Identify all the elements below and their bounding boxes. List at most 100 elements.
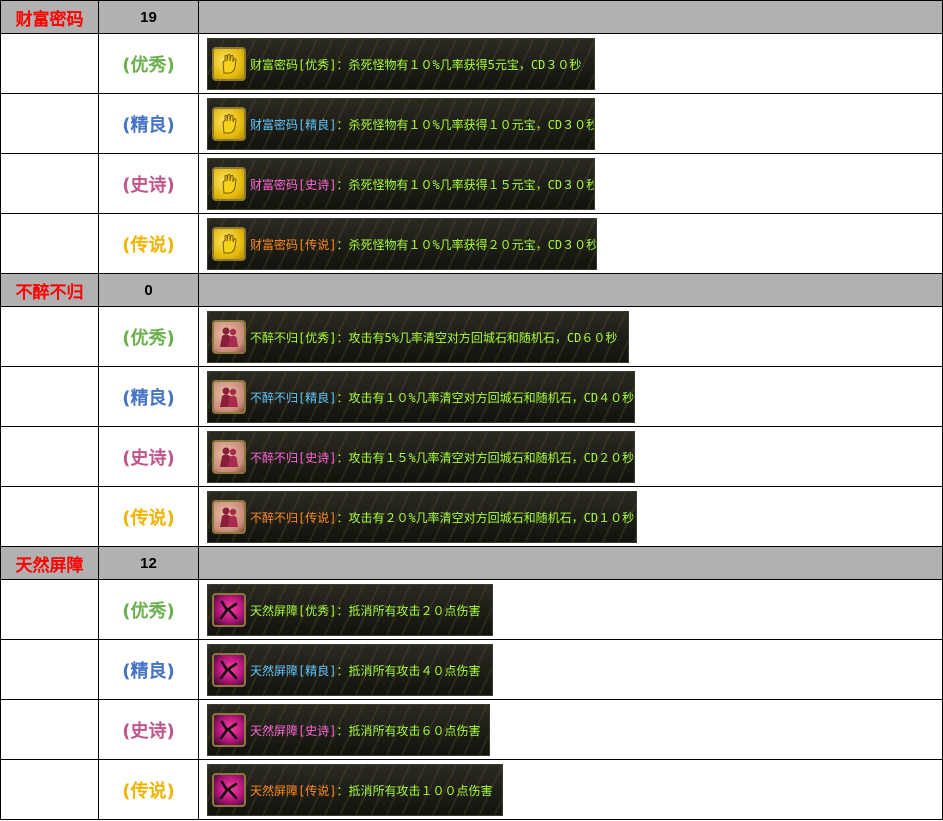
two-figures-icon <box>212 499 246 534</box>
skill-screenshot-cell: 不醉不归[史诗]：攻击有１５%几率清空对方回城石和随机石，CD２０秒 <box>198 426 943 487</box>
empty-cell <box>0 579 99 640</box>
skill-description: 不醉不归[精良]：攻击有１０%几率清空对方回城石和随机石，CD４０秒 <box>250 389 634 406</box>
two-figures-icon <box>212 319 246 354</box>
skill-tier-tag: 天然屏障[精良] <box>250 663 337 678</box>
tier-label: (精良) <box>98 639 199 700</box>
tier-label: (传说) <box>98 213 199 274</box>
header-blank-cell <box>198 273 943 307</box>
tier-row: (精良) 不醉不归[精良]：攻击有１０%几率清空对方回城石和随机石，CD４０秒 <box>0 366 943 427</box>
skill-screenshot: 天然屏障[优秀]：抵消所有攻击２０点伤害 <box>207 583 493 636</box>
empty-cell <box>0 33 99 94</box>
tier-label: (优秀) <box>98 306 199 367</box>
two-figures-icon <box>212 379 246 414</box>
skill-tier-tag: 不醉不归[传说] <box>250 510 337 525</box>
skill-screenshot: 财富密码[优秀]：杀死怪物有１０%几率获得5元宝，CD３０秒 <box>207 37 595 90</box>
skill-screenshot: 财富密码[史诗]：杀死怪物有１０%几率获得１５元宝，CD３０秒 <box>207 157 595 210</box>
empty-cell <box>0 366 99 427</box>
skill-effect-text: ：攻击有２０%几率清空对方回城石和随机石，CD１０秒 <box>336 510 635 525</box>
empty-cell <box>0 213 99 274</box>
section-header: 天然屏障 12 <box>0 546 943 580</box>
empty-cell <box>0 639 99 700</box>
section-header: 财富密码 19 <box>0 0 943 34</box>
skill-tier-tag: 天然屏障[优秀] <box>250 603 337 618</box>
tier-label: (史诗) <box>98 699 199 760</box>
skill-description: 财富密码[优秀]：杀死怪物有１０%几率获得5元宝，CD３０秒 <box>250 56 581 73</box>
skill-tier-tag: 财富密码[传说] <box>250 237 337 252</box>
tier-row: (优秀) 不醉不归[优秀]：攻击有5%几率清空对方回城石和随机石，CD６０秒 <box>0 306 943 367</box>
magic-shield-icon <box>212 712 246 747</box>
skill-effect-text: ：抵消所有攻击４０点伤害 <box>336 663 481 678</box>
skill-screenshot: 不醉不归[优秀]：攻击有5%几率清空对方回城石和随机石，CD６０秒 <box>207 310 629 363</box>
tier-row: (史诗) 财富密码[史诗]：杀死怪物有１０%几率获得１５元宝，CD３０秒 <box>0 153 943 214</box>
skill-screenshot: 财富密码[精良]：杀死怪物有１０%几率获得１０元宝，CD３０秒 <box>207 97 595 150</box>
skill-description: 不醉不归[史诗]：攻击有１５%几率清空对方回城石和随机石，CD２０秒 <box>250 449 634 466</box>
skill-screenshot: 不醉不归[传说]：攻击有２０%几率清空对方回城石和随机石，CD１０秒 <box>207 490 637 543</box>
skill-tier-tag: 不醉不归[精良] <box>250 390 337 405</box>
empty-cell <box>0 93 99 154</box>
skill-name: 天然屏障 <box>0 546 99 580</box>
skill-count: 19 <box>98 0 199 34</box>
tier-label: (精良) <box>98 366 199 427</box>
skill-name: 财富密码 <box>0 0 99 34</box>
two-figures-icon <box>212 439 246 474</box>
skill-description: 财富密码[精良]：杀死怪物有１０%几率获得１０元宝，CD３０秒 <box>250 116 595 133</box>
skill-screenshot: 天然屏障[精良]：抵消所有攻击４０点伤害 <box>207 643 493 696</box>
tier-label: (优秀) <box>98 579 199 640</box>
tier-row: (精良) 财富密码[精良]：杀死怪物有１０%几率获得１０元宝，CD３０秒 <box>0 93 943 154</box>
skill-tier-tag: 财富密码[史诗] <box>250 177 337 192</box>
skill-tier-tag: 不醉不归[史诗] <box>250 450 337 465</box>
skill-screenshot-cell: 天然屏障[精良]：抵消所有攻击４０点伤害 <box>198 639 943 700</box>
empty-cell <box>0 426 99 487</box>
empty-cell <box>0 759 99 820</box>
skill-effect-text: ：攻击有１０%几率清空对方回城石和随机石，CD４０秒 <box>336 390 635 405</box>
empty-cell <box>0 153 99 214</box>
skill-description: 天然屏障[传说]：抵消所有攻击１００点伤害 <box>250 782 492 799</box>
skill-effect-text: ：抵消所有攻击１００点伤害 <box>336 783 493 798</box>
skill-screenshot-cell: 天然屏障[传说]：抵消所有攻击１００点伤害 <box>198 759 943 820</box>
tier-label: (传说) <box>98 486 199 547</box>
skill-screenshot: 天然屏障[史诗]：抵消所有攻击６０点伤害 <box>207 703 490 756</box>
tier-row: (优秀) 天然屏障[优秀]：抵消所有攻击２０点伤害 <box>0 579 943 640</box>
gold-hand-icon <box>212 106 246 141</box>
skill-count: 0 <box>98 273 199 307</box>
skill-effect-text: ：抵消所有攻击６０点伤害 <box>336 723 481 738</box>
tier-row: (史诗) 不醉不归[史诗]：攻击有１５%几率清空对方回城石和随机石，CD２０秒 <box>0 426 943 487</box>
tier-row: (精良) 天然屏障[精良]：抵消所有攻击４０点伤害 <box>0 639 943 700</box>
skill-screenshot: 不醉不归[史诗]：攻击有１５%几率清空对方回城石和随机石，CD２０秒 <box>207 430 635 483</box>
skill-effect-text: ：杀死怪物有１０%几率获得１０元宝，CD３０秒 <box>336 117 595 132</box>
skill-effect-text: ：杀死怪物有１０%几率获得5元宝，CD３０秒 <box>336 57 582 72</box>
tier-label: (精良) <box>98 93 199 154</box>
skill-tier-tag: 天然屏障[史诗] <box>250 723 337 738</box>
skill-description: 不醉不归[传说]：攻击有２０%几率清空对方回城石和随机石，CD１０秒 <box>250 509 634 526</box>
empty-cell <box>0 486 99 547</box>
skill-tier-tag: 天然屏障[传说] <box>250 783 337 798</box>
skill-tier-tag: 不醉不归[优秀] <box>250 330 337 345</box>
skill-description: 财富密码[史诗]：杀死怪物有１０%几率获得１５元宝，CD３０秒 <box>250 176 594 193</box>
gold-hand-icon <box>212 166 246 201</box>
skill-screenshot-cell: 不醉不归[优秀]：攻击有5%几率清空对方回城石和随机石，CD６０秒 <box>198 306 943 367</box>
skill-table: 财富密码 19 (优秀) 财富密码[优秀]：杀死怪物有１０%几率获得5元宝，CD３０秒… <box>0 0 943 820</box>
skill-screenshot: 天然屏障[传说]：抵消所有攻击１００点伤害 <box>207 763 503 816</box>
empty-cell <box>0 699 99 760</box>
skill-description: 财富密码[传说]：杀死怪物有１０%几率获得２０元宝，CD３０秒 <box>250 236 597 253</box>
skill-description: 不醉不归[优秀]：攻击有5%几率清空对方回城石和随机石，CD６０秒 <box>250 329 617 346</box>
magic-shield-icon <box>212 772 246 807</box>
skill-tier-tag: 财富密码[优秀] <box>250 57 337 72</box>
skill-screenshot: 不醉不归[精良]：攻击有１０%几率清空对方回城石和随机石，CD４０秒 <box>207 370 635 423</box>
skill-screenshot-cell: 不醉不归[传说]：攻击有２０%几率清空对方回城石和随机石，CD１０秒 <box>198 486 943 547</box>
tier-label: (优秀) <box>98 33 199 94</box>
skill-screenshot-cell: 天然屏障[优秀]：抵消所有攻击２０点伤害 <box>198 579 943 640</box>
empty-cell <box>0 306 99 367</box>
skill-screenshot: 财富密码[传说]：杀死怪物有１０%几率获得２０元宝，CD３０秒 <box>207 217 597 270</box>
gold-hand-icon <box>212 46 246 81</box>
skill-effect-text: ：攻击有5%几率清空对方回城石和随机石，CD６０秒 <box>336 330 618 345</box>
tier-row: (传说) 天然屏障[传说]：抵消所有攻击１００点伤害 <box>0 759 943 820</box>
skill-count: 12 <box>98 546 199 580</box>
skill-screenshot-cell: 财富密码[精良]：杀死怪物有１０%几率获得１０元宝，CD３０秒 <box>198 93 943 154</box>
skill-effect-text: ：杀死怪物有１０%几率获得２０元宝，CD３０秒 <box>336 237 597 252</box>
magic-shield-icon <box>212 592 246 627</box>
skill-screenshot-cell: 财富密码[传说]：杀死怪物有１０%几率获得２０元宝，CD３０秒 <box>198 213 943 274</box>
header-blank-cell <box>198 546 943 580</box>
tier-label: (传说) <box>98 759 199 820</box>
gold-hand-icon <box>212 226 246 261</box>
